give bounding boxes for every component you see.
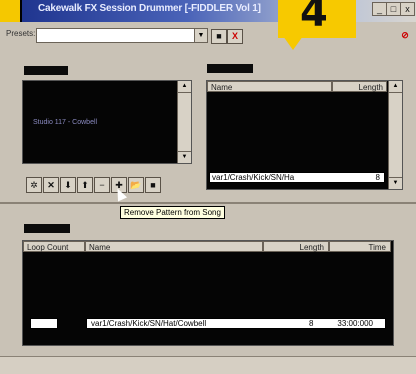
- pattern-list-scrollbar[interactable]: ▲ ▼: [388, 81, 402, 189]
- pattern-col-length[interactable]: Length: [332, 81, 387, 92]
- patterns-panel-header: [207, 64, 253, 73]
- save-button[interactable]: ■: [145, 177, 161, 193]
- pattern-row-selected[interactable]: var1/Crash/Kick/SN/Ha 8: [209, 172, 385, 183]
- scroll-up-icon[interactable]: ▲: [389, 81, 402, 93]
- song-col-length[interactable]: Length: [263, 241, 329, 252]
- window-title: Cakewalk FX Session Drummer [-FIDDLER Vo…: [38, 3, 261, 14]
- song-row-selected[interactable]: var1/Crash/Kick/SN/Hat/Cowbell 8 33:00:0…: [86, 318, 386, 329]
- maximize-button[interactable]: □: [386, 2, 401, 16]
- close-button[interactable]: x: [400, 2, 415, 16]
- session-drummer-window: Cakewalk FX Session Drummer [-FIDDLER Vo…: [0, 0, 416, 374]
- style-list-item[interactable]: Studio 117 - Cowbell: [33, 119, 97, 126]
- remove-pattern-button[interactable]: −: [94, 177, 110, 193]
- style-list[interactable]: Studio 117 - Cowbell ▲ ▼: [22, 80, 192, 164]
- delete-preset-button[interactable]: X: [227, 29, 243, 44]
- open-folder-button[interactable]: 📂: [128, 177, 144, 193]
- move-down-button[interactable]: ⬇: [60, 177, 76, 193]
- properties-button[interactable]: ✲: [26, 177, 42, 193]
- song-name: var1/Crash/Kick/SN/Hat/Cowbell: [91, 319, 207, 328]
- style-list-scrollbar[interactable]: ▲ ▼: [177, 81, 191, 163]
- preset-combo[interactable]: ▼: [36, 28, 208, 43]
- styles-panel-header: [24, 66, 68, 75]
- song-time: 33:00:000: [337, 319, 373, 328]
- scroll-up-icon[interactable]: ▲: [178, 81, 191, 93]
- delete-pattern-button[interactable]: ✕: [43, 177, 59, 193]
- move-up-button[interactable]: ⬆: [77, 177, 93, 193]
- song-col-name[interactable]: Name: [85, 241, 263, 252]
- song-col-loop[interactable]: Loop Count: [23, 241, 85, 252]
- status-bar: [0, 356, 416, 374]
- scroll-down-icon[interactable]: ▼: [389, 177, 402, 189]
- song-list[interactable]: Loop Count Name Length Time: [22, 240, 394, 346]
- pattern-col-name[interactable]: Name: [207, 81, 332, 92]
- loop-count-field[interactable]: [30, 318, 58, 329]
- pattern-length: 8: [375, 173, 380, 182]
- chevron-down-icon[interactable]: ▼: [194, 29, 207, 42]
- no-entry-icon[interactable]: ⊘: [398, 29, 412, 42]
- pattern-list[interactable]: Name Length var1/Crash/Kick/SN/Ha 8 ▲ ▼: [206, 80, 403, 190]
- section-divider: [0, 202, 416, 204]
- minimize-button[interactable]: _: [372, 2, 387, 16]
- step-badge-left: [0, 0, 22, 22]
- song-col-time[interactable]: Time: [329, 241, 391, 252]
- preset-row: Presets: ▼: [0, 24, 416, 46]
- song-panel-header: [24, 224, 70, 233]
- pattern-name: var1/Crash/Kick/SN/Ha: [212, 173, 295, 182]
- song-length: 8: [309, 319, 314, 328]
- tooltip: Remove Pattern from Song: [120, 206, 225, 219]
- preset-label: Presets:: [6, 29, 36, 38]
- scroll-down-icon[interactable]: ▼: [178, 151, 191, 163]
- save-preset-button[interactable]: ■: [211, 29, 227, 44]
